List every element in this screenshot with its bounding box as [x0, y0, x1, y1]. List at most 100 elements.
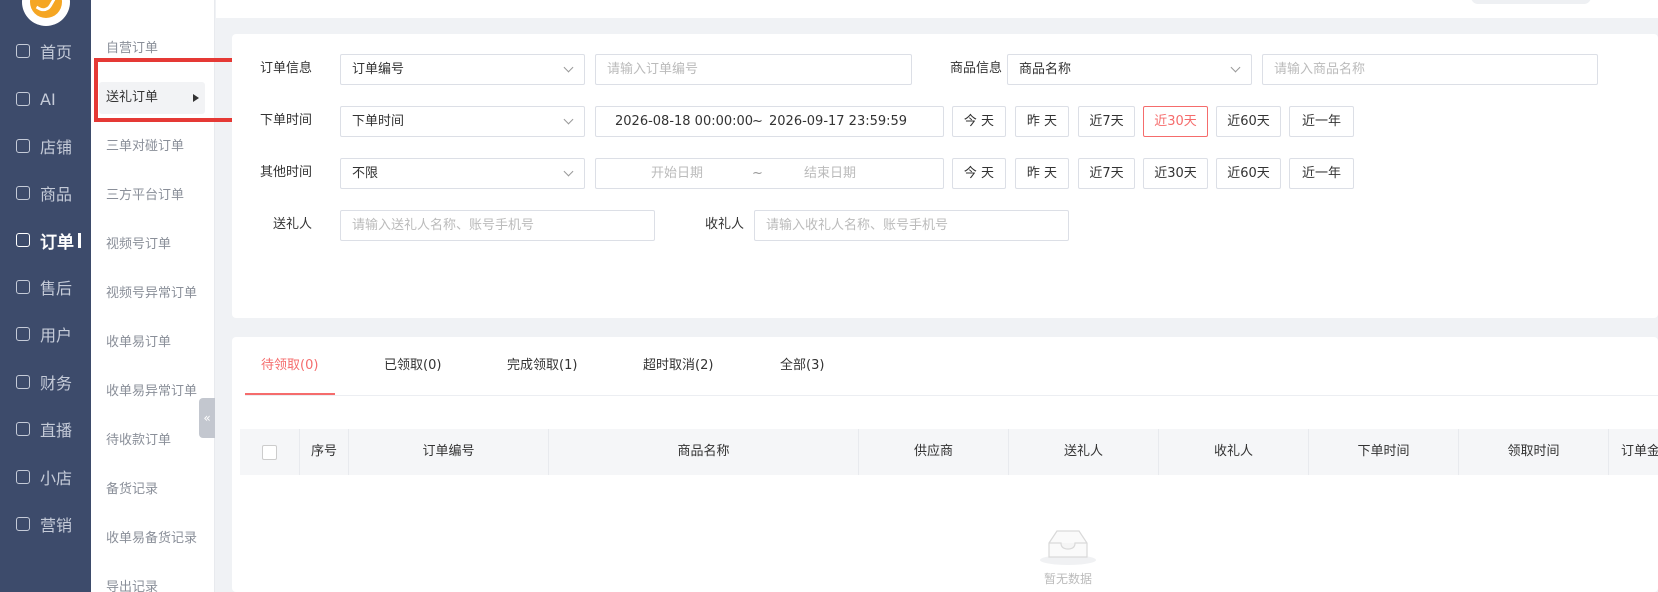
nav-label: 订单 [40, 232, 74, 253]
other-time-label: 其他时间 [259, 165, 312, 180]
top-search-pill[interactable] [1471, 0, 1591, 4]
receiver-input[interactable]: 请输入收礼人名称、账号手机号 [754, 210, 1069, 241]
after-sales-icon [16, 280, 30, 294]
order-icon [16, 233, 30, 247]
filter-panel: 订单信息 订单编号 请输入订单编号 商品信息 商品名称 请输入商品名称 下单时间… [232, 34, 1658, 318]
order-time-select[interactable]: 下单时间 [340, 106, 585, 137]
order-time-label: 下单时间 [259, 113, 312, 128]
nav-label: 售后 [40, 279, 73, 298]
column-header: 送礼人 [1009, 429, 1159, 475]
nav-label: 商品 [40, 185, 73, 204]
nav-label: 用户 [40, 326, 73, 345]
select-value: 下单时间 [352, 114, 405, 129]
submenu-item-stock-record[interactable]: 备货记录 [91, 474, 215, 506]
robot-icon [16, 92, 30, 106]
home-icon [16, 44, 30, 58]
range-separator: ~ [752, 114, 763, 129]
nav-label: 小店 [40, 469, 73, 488]
submenu-item-pending-payment[interactable]: 待收款订单 [91, 425, 215, 457]
nav-item-live[interactable]: 直播 [0, 409, 91, 449]
quick-yesterday-button[interactable]: 昨 天 [1015, 106, 1069, 137]
nav-item-user[interactable]: 用户 [0, 314, 91, 354]
select-value: 不限 [352, 166, 379, 181]
range-end: 2026-09-17 23:59:59 [769, 114, 908, 129]
quick-30days-button[interactable]: 近30天 [1143, 158, 1208, 189]
highlight-annotation [94, 58, 248, 122]
nav-label: 店铺 [40, 138, 73, 157]
tab-all[interactable]: 全部(3) [780, 337, 824, 395]
goods-name-input[interactable]: 请输入商品名称 [1262, 54, 1598, 85]
chevron-down-icon [563, 166, 574, 177]
nav-item-ai[interactable]: AI [0, 79, 91, 119]
column-header: 商品名称 [549, 429, 859, 475]
column-header: 订单金 [1621, 444, 1658, 459]
order-time-range[interactable]: 2026-08-18 00:00:00 ~ 2026-09-17 23:59:5… [595, 106, 944, 137]
submenu-item-three-order[interactable]: 三单对碰订单 [91, 131, 215, 163]
nav-item-goods[interactable]: 商品 [0, 173, 91, 213]
select-all-checkbox[interactable] [262, 445, 277, 460]
receiver-label: 收礼人 [704, 217, 744, 232]
shop-icon [16, 139, 30, 153]
range-start: 开始日期 [651, 166, 704, 181]
sender-input[interactable]: 请输入送礼人名称、账号手机号 [340, 210, 655, 241]
column-header: 订单编号 [349, 429, 549, 475]
submenu-item-video-order[interactable]: 视频号订单 [91, 229, 215, 261]
order-info-select[interactable]: 订单编号 [340, 54, 585, 85]
submenu-item-third-party-order[interactable]: 三方平台订单 [91, 180, 215, 212]
quick-60days-button[interactable]: 近60天 [1216, 158, 1281, 189]
nav-item-marketing[interactable]: 营销 [0, 504, 91, 544]
column-header: 序号 [300, 429, 349, 475]
goods-info-select[interactable]: 商品名称 [1007, 54, 1252, 85]
nav-label: 直播 [40, 421, 73, 440]
range-separator: ~ [752, 166, 763, 181]
collapse-submenu-button[interactable]: « [199, 398, 215, 438]
submenu-item-shoudanyi-abnormal[interactable]: 收单易异常订单 [91, 376, 215, 408]
nav-item-home[interactable]: 首页 [0, 31, 91, 71]
select-value: 订单编号 [352, 62, 405, 77]
quick-60days-button[interactable]: 近60天 [1216, 106, 1281, 137]
nav-item-order[interactable]: 订单 [0, 220, 91, 260]
submenu-item-video-abnormal[interactable]: 视频号异常订单 [91, 278, 215, 310]
submenu-item-shoudanyi-order[interactable]: 收单易订单 [91, 327, 215, 359]
select-all-cell [240, 429, 300, 475]
nav-label: 首页 [40, 43, 73, 62]
range-end: 结束日期 [804, 166, 857, 181]
store-icon [16, 470, 30, 484]
nav-label: 营销 [40, 516, 73, 535]
quick-30days-button[interactable]: 近30天 [1143, 106, 1208, 137]
nav-label: AI [40, 89, 56, 109]
app-logo[interactable] [22, 0, 70, 26]
top-bar [216, 0, 1658, 18]
goods-info-label: 商品信息 [949, 61, 1002, 76]
tab-timeout-cancel[interactable]: 超时取消(2) [643, 337, 713, 395]
active-indicator [78, 233, 81, 248]
goods-icon [16, 186, 30, 200]
column-header: 下单时间 [1309, 429, 1459, 475]
submenu-item-export-record[interactable]: 导出记录 [91, 572, 215, 592]
user-icon [16, 327, 30, 341]
tab-pending[interactable]: 待领取(0) [261, 337, 318, 395]
logo-icon [30, 0, 62, 18]
tab-received[interactable]: 已领取(0) [384, 337, 441, 395]
quick-today-button[interactable]: 今 天 [952, 158, 1006, 189]
quick-1year-button[interactable]: 近一年 [1289, 158, 1354, 189]
column-header: 收礼人 [1159, 429, 1309, 475]
quick-7days-button[interactable]: 近7天 [1078, 158, 1135, 189]
other-time-range[interactable]: 开始日期 ~ 结束日期 [595, 158, 944, 189]
nav-item-shop[interactable]: 店铺 [0, 126, 91, 166]
chevron-down-icon [563, 114, 574, 125]
quick-1year-button[interactable]: 近一年 [1289, 106, 1354, 137]
select-value: 商品名称 [1019, 62, 1072, 77]
nav-item-store[interactable]: 小店 [0, 457, 91, 497]
nav-item-after-sales[interactable]: 售后 [0, 267, 91, 307]
order-number-input[interactable]: 请输入订单编号 [595, 54, 912, 85]
column-header: 领取时间 [1459, 429, 1609, 475]
quick-yesterday-button[interactable]: 昨 天 [1015, 158, 1069, 189]
sender-label: 送礼人 [272, 217, 312, 232]
other-time-select[interactable]: 不限 [340, 158, 585, 189]
tab-completed[interactable]: 完成领取(1) [507, 337, 577, 395]
quick-7days-button[interactable]: 近7天 [1078, 106, 1135, 137]
submenu-item-shoudanyi-stock[interactable]: 收单易备货记录 [91, 523, 215, 555]
nav-item-finance[interactable]: 财务 [0, 362, 91, 402]
quick-today-button[interactable]: 今 天 [952, 106, 1006, 137]
